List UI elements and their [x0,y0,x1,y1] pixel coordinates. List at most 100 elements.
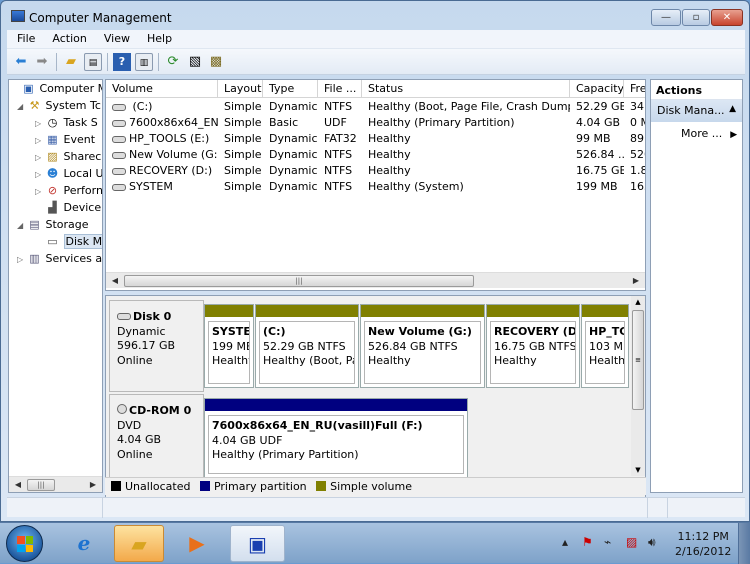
volume-row[interactable]: RECOVERY (D:) Simple Dynamic NTFS Healthy 16.… [106,163,645,179]
volume-row[interactable]: (C:) Simple Dynamic NTFS Healthy (Boot, Page… [106,99,645,115]
partition-status: Healthy (Primary Partition) [212,448,359,461]
users-icon: ☻ [46,167,59,180]
scroll-right-icon[interactable]: ▶ [86,479,100,491]
column-header-free[interactable]: Fre [624,80,645,98]
scroll-left-icon[interactable]: ◀ [108,275,122,287]
tree-item-task-scheduler[interactable]: ▷ ◷ Task S [35,114,98,131]
scroll-up-icon[interactable]: ▲ [631,296,645,308]
partition-name: (C:) [263,325,286,338]
expander[interactable]: ◢ [17,98,27,115]
graph-vertical-scrollbar[interactable]: ▲ ≡ ▼ [631,296,645,476]
scrollbar-thumb[interactable]: ||| [124,275,474,287]
up-folder-icon[interactable]: ▰ [62,53,80,71]
column-header-capacity[interactable]: Capacity [570,80,624,98]
cell-type: Dynamic [269,148,318,161]
windows-explorer-icon[interactable]: ▰ [114,525,164,562]
action-center-icon[interactable]: ⚑ [582,535,593,549]
refresh-icon[interactable]: ⟳ [164,53,182,71]
back-icon[interactable]: ⬅ [12,53,30,71]
partition-block[interactable]: HP_TC 103 MI Health [581,304,629,388]
column-header-type[interactable]: Type [263,80,318,98]
partition-block[interactable]: RECOVERY (D:)16.75 GB NTFSHealthy [486,304,580,388]
show-hidden-icons[interactable]: ▴ [562,535,568,549]
menu-file[interactable]: File [7,30,42,45]
cdrom-0-label[interactable]: CD-ROM 0 DVD 4.04 GB Online [109,394,204,478]
actions-disk-management[interactable]: Disk Mana... ▲ [651,100,742,122]
close-button[interactable]: ✕ [711,9,743,26]
tree-item-local-users[interactable]: ▷ ☻ Local U [35,165,102,183]
tree-item-event-viewer[interactable]: ▷ ▦ Event [35,131,95,148]
menu-view[interactable]: View [94,30,137,45]
partition-info: RECOVERY (D:)16.75 GB NTFSHealthy [490,321,576,384]
partition-block[interactable]: New Volume (G:) 526.84 GB NTFS Healthy [360,304,485,388]
scroll-down-icon[interactable]: ▼ [631,464,645,476]
expander[interactable]: ▷ [17,251,27,268]
cell-volume: SYSTEM [106,179,218,195]
tree-item-shared-folders[interactable]: ▷ ▨ Sharec [35,148,101,165]
volume-icon [112,151,126,159]
expander[interactable]: ▷ [35,149,45,166]
volume-icon[interactable]: 🔊︎ [648,535,656,550]
title-bar[interactable]: Computer Management — ▫ ✕ [1,1,749,31]
expander[interactable]: ◢ [17,217,27,234]
expander[interactable]: ▷ [35,183,45,200]
volume-row[interactable]: HP_TOOLS (E:) Simple Dynamic FAT32 Healthy 99… [106,131,645,147]
tree-item-disk-management[interactable]: ▭ Disk M [35,233,102,250]
tree-item-computer-management[interactable]: ▣ Computer Ma [11,80,102,97]
column-header-status[interactable]: Status [362,80,570,98]
column-header-layout[interactable]: Layout [218,80,263,98]
tree-item-system-tools[interactable]: ◢ ⚒ System Tc [17,97,101,114]
column-header-volume[interactable]: Volume [106,80,218,98]
properties-icon[interactable]: ▧ [186,53,204,71]
scroll-right-icon[interactable]: ▶ [629,275,643,287]
cell-status: Healthy (System) [368,180,464,193]
volume-row[interactable]: New Volume (G:) Simple Dynamic NTFS Healthy 5… [106,147,645,163]
scrollbar-thumb[interactable]: ||| [27,479,55,491]
internet-explorer-icon[interactable]: e [62,525,106,562]
show-desktop-button[interactable] [738,523,750,564]
minimize-button[interactable]: — [651,9,681,26]
device-manager-icon: ▟ [48,201,57,214]
expander[interactable]: ▷ [35,115,45,132]
status-segment [648,498,668,518]
partition-block[interactable]: (C:)52.29 GB NTFSHealthy (Boot, Pag [255,304,359,388]
partition-block[interactable]: SYSTEM199 MBHealthy [204,304,254,388]
computer-icon: ▣ [23,82,34,95]
partition-name: RECOVERY (D:) [494,325,576,338]
settings-icon[interactable]: ▩ [207,53,225,71]
expander[interactable]: ▷ [35,132,45,149]
cell-free: 526 [630,148,645,161]
tree-item-performance[interactable]: ▷ ⊘ Perforn [35,182,102,200]
scroll-left-icon[interactable]: ◀ [11,479,25,491]
collapse-icon[interactable]: ▲ [729,104,736,114]
computer-management-icon[interactable]: ▣ [230,525,285,562]
show-hide-action-pane-icon[interactable]: ▥ [135,53,153,71]
tree-item-device-manager[interactable]: ▟ Device [35,199,101,216]
forward-icon[interactable]: ➡ [33,53,51,71]
tree-horizontal-scrollbar[interactable]: ◀ ||| ▶ [9,476,102,492]
help-icon[interactable]: ? [113,53,131,71]
volume-icon [112,183,126,191]
actions-more[interactable]: More ... ▶ [681,127,737,140]
volume-row[interactable]: 7600x86x64_EN_... Simple Basic UDF Healthy (… [106,115,645,131]
media-player-icon[interactable]: ▶ [172,525,222,562]
network-icon[interactable]: ▨ [626,535,637,549]
expander[interactable]: ▷ [35,166,45,183]
volume-row[interactable]: SYSTEM Simple Dynamic NTFS Healthy (System) 1… [106,179,645,195]
column-header-filesystem[interactable]: File ... [318,80,362,98]
computer-management-window: Computer Management — ▫ ✕ File Action View… [0,0,750,522]
scrollbar-thumb[interactable]: ≡ [632,310,644,410]
show-hide-console-tree-icon[interactable]: ▤ [84,53,102,71]
partition-status: Healthy [212,354,249,367]
start-button[interactable] [6,525,43,562]
partition-block[interactable]: 7600x86x64_EN_RU(vasill)Full (F:) 4.04 GB… [204,398,468,478]
menu-help[interactable]: Help [137,30,179,45]
list-horizontal-scrollbar[interactable]: ◀ ||| ▶ [106,272,645,288]
tree-item-storage[interactable]: ◢ ▤ Storage [17,216,89,233]
clock[interactable]: 11:12 PM 2/16/2012 [675,529,731,559]
power-icon[interactable]: ⌁ [604,535,611,549]
menu-action[interactable]: Action [42,30,93,45]
tree-item-services-applications[interactable]: ▷ ▥ Services ar [17,250,102,268]
maximize-button[interactable]: ▫ [682,9,710,26]
disk-0-label[interactable]: Disk 0 Dynamic 596.17 GB Online [109,300,204,392]
